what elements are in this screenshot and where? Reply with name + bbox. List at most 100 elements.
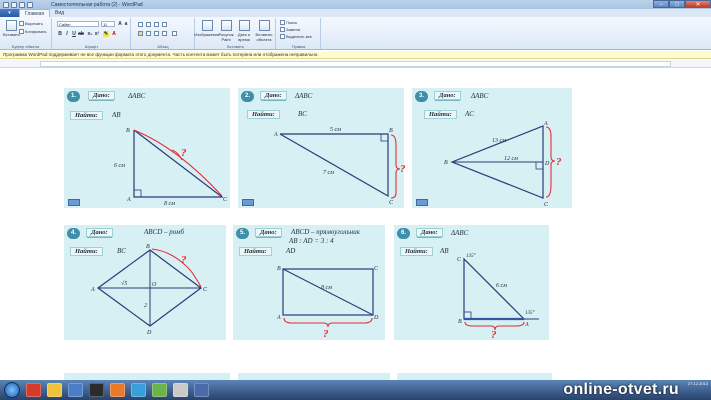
back-arrow-icon[interactable]: [242, 199, 254, 206]
vertex-b: B: [389, 128, 393, 134]
ruler[interactable]: [0, 60, 711, 68]
bold-icon[interactable]: B: [57, 31, 63, 37]
close-button[interactable]: ✕: [685, 0, 711, 8]
datetime-button[interactable]: Дата и время: [236, 20, 252, 42]
shrink-font-icon[interactable]: a: [123, 21, 129, 27]
word-icon[interactable]: [194, 383, 209, 397]
insert-object-button[interactable]: Вставить объекта: [254, 20, 274, 42]
strikethrough-icon[interactable]: ab: [78, 31, 84, 37]
highlight-icon[interactable]: ✎: [103, 31, 109, 37]
wordpad-taskbar-icon[interactable]: [68, 383, 83, 397]
vertex-d: D: [146, 330, 152, 336]
calendar-icon: [238, 20, 250, 31]
title-bar: Самостоятельная работа (2) - WordPad – □…: [0, 0, 711, 9]
clipboard-icon: [5, 20, 17, 31]
replace-button[interactable]: Замена: [280, 27, 300, 32]
task-card-7-partial: [64, 373, 230, 380]
question-mark: ?: [181, 254, 187, 266]
vertex-c: C: [544, 202, 549, 208]
clipboard-group: Вставить Вырезать Копировать Буфер обмен…: [0, 18, 52, 49]
vertex-a: A: [543, 121, 548, 127]
skype-icon[interactable]: [131, 383, 146, 397]
font-name-select[interactable]: Calibri: [57, 21, 99, 27]
start-button[interactable]: [4, 382, 20, 398]
question-mark: ?: [400, 163, 406, 175]
align-center-icon[interactable]: [146, 31, 151, 36]
minimize-button[interactable]: –: [653, 0, 669, 8]
justify-icon[interactable]: [162, 31, 167, 36]
vertex-c: C: [203, 287, 208, 293]
steam-icon[interactable]: [89, 383, 104, 397]
align-right-icon[interactable]: [154, 31, 159, 36]
tab-home[interactable]: Главная: [19, 9, 51, 17]
question-mark: ?: [181, 147, 187, 159]
paint-drawing-button[interactable]: Рисунок Paint: [218, 20, 234, 42]
vertex-b: B: [126, 128, 130, 134]
task-card-1: 1. Дано: ΔABC Найти: AB B A C 6 см 8 см …: [64, 88, 230, 208]
media-player-icon[interactable]: [110, 383, 125, 397]
watermark: online-otvet.ru: [563, 381, 679, 398]
side-ac-label: 7 см: [323, 170, 334, 176]
vertex-b: B: [146, 244, 150, 250]
back-arrow-icon[interactable]: [416, 199, 428, 206]
vertex-d: D: [373, 315, 379, 321]
scissors-icon: [19, 21, 24, 26]
insert-group: Изображение Рисунок Paint Дата и время В…: [194, 18, 276, 49]
folder-icon[interactable]: [47, 383, 62, 397]
maximize-button[interactable]: □: [669, 0, 685, 8]
rectangle-figure: B C A D 8 см ?: [276, 266, 379, 340]
window-title: Самостоятельная работа (2) - WordPad: [51, 1, 143, 8]
tab-view[interactable]: Вид: [50, 9, 69, 17]
side-ac-label: 8 см: [164, 201, 175, 207]
object-icon: [258, 20, 270, 31]
underline-icon[interactable]: U: [71, 31, 77, 37]
paste-button[interactable]: Вставить: [3, 20, 20, 37]
bullets-icon[interactable]: [154, 22, 159, 27]
od-label: 2: [144, 303, 147, 309]
save-quick-icon[interactable]: [11, 1, 17, 8]
select-all-button[interactable]: Выделить все: [280, 34, 312, 39]
task-card-9-partial: [397, 373, 552, 380]
subscript-icon[interactable]: x₂: [87, 31, 93, 37]
utorrent-icon[interactable]: [152, 383, 167, 397]
task-card-8-partial: [238, 373, 390, 380]
vertex-c: C: [389, 200, 394, 206]
wordpad-app-icon: [3, 1, 9, 8]
back-arrow-icon[interactable]: [68, 199, 80, 206]
task-card-2: 2. Дано: ΔABC Найти: BC A B C 5 см 7 см …: [238, 88, 406, 208]
font-size-select[interactable]: 11: [101, 21, 115, 27]
triangle-figure-1: B A C 6 см 8 см ?: [114, 128, 228, 207]
select-all-icon: [280, 34, 285, 39]
rhombus-figure: B A C D O √5 2 ?: [90, 244, 208, 336]
cut-button[interactable]: Вырезать: [19, 21, 43, 26]
vertex-a: A: [273, 132, 278, 138]
diagonal-label: 8 см: [321, 285, 332, 291]
insert-image-button[interactable]: Изображение: [194, 20, 220, 37]
undo-quick-icon[interactable]: [19, 1, 25, 8]
wordpad-menu-button[interactable]: ▾: [0, 9, 19, 17]
ao-label: √5: [121, 280, 127, 287]
superscript-icon[interactable]: x²: [94, 31, 100, 37]
document-area[interactable]: 1. Дано: ΔABC Найти: AB B A C 6 см 8 см …: [0, 69, 711, 380]
decrease-indent-icon[interactable]: [138, 22, 143, 27]
clock[interactable]: 27.12.2013: [688, 381, 708, 387]
app-icon[interactable]: [173, 383, 188, 397]
font-color-icon[interactable]: A: [111, 31, 117, 37]
align-left-icon[interactable]: [138, 31, 143, 36]
italic-icon[interactable]: I: [64, 31, 70, 37]
vertex-b: B: [458, 319, 462, 325]
task-card-6: 6. Дано: ΔABC Найти: AB C B A 135° 135° …: [394, 225, 549, 341]
vertex-a: A: [276, 315, 281, 321]
opera-icon[interactable]: [26, 383, 41, 397]
paragraph-group: Абзац: [132, 18, 195, 49]
line-spacing-icon[interactable]: [162, 22, 167, 27]
copy-button[interactable]: Копировать: [19, 29, 47, 34]
image-icon: [201, 20, 213, 31]
paragraph-settings-icon[interactable]: [172, 31, 177, 36]
find-button[interactable]: Поиск: [280, 20, 297, 25]
vertex-c: C: [457, 257, 462, 263]
triangle-figure-2: A B C 5 см 7 см ?: [273, 127, 406, 206]
increase-indent-icon[interactable]: [146, 22, 151, 27]
vertex-d: D: [544, 161, 550, 167]
vertex-a: A: [524, 322, 529, 328]
